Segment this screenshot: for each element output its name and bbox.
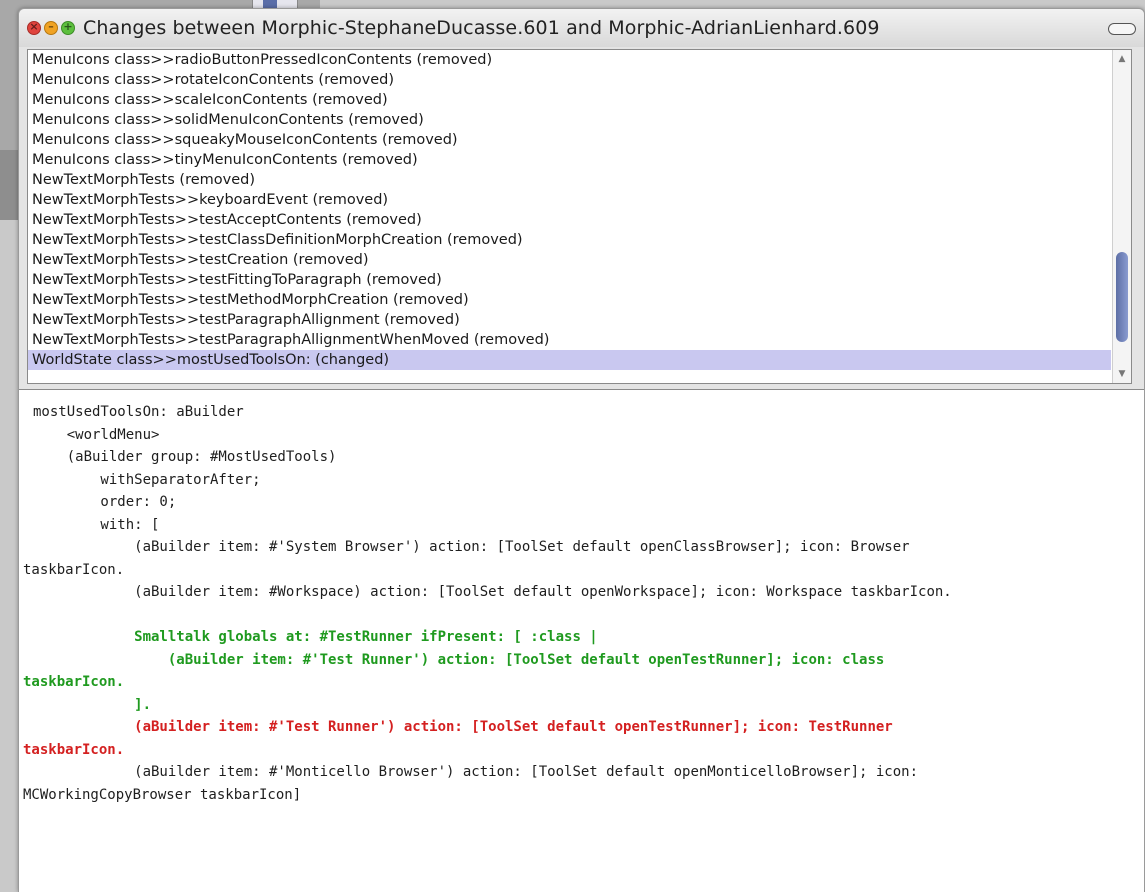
change-list-item[interactable]: MenuIcons class>>scaleIconContents (remo…: [28, 90, 1111, 110]
code-line: (aBuilder group: #MostUsedTools): [33, 449, 337, 465]
code-line: <worldMenu>: [33, 426, 160, 443]
change-list-item[interactable]: NewTextMorphTests>>keyboardEvent (remove…: [28, 190, 1111, 210]
close-window-button[interactable]: ×: [27, 20, 41, 35]
removed-code-line: (aBuilder item: #'Test Runner') action: …: [33, 719, 893, 735]
minimize-icon: –: [48, 20, 54, 33]
change-list-item[interactable]: NewTextMorphTests>>testClassDefinitionMo…: [28, 230, 1111, 250]
change-list-item[interactable]: NewTextMorphTests (removed): [28, 170, 1111, 190]
code-line: (aBuilder item: #Workspace) action: [Too…: [33, 584, 952, 600]
changes-window: × – + Changes between Morphic-StephaneDu…: [18, 8, 1145, 892]
code-line: MCWorkingCopyBrowser taskbarIcon]: [23, 786, 302, 803]
maximize-window-button[interactable]: +: [61, 20, 75, 35]
change-list-item[interactable]: NewTextMorphTests>>testParagraphAllignme…: [28, 310, 1111, 330]
change-list-item[interactable]: NewTextMorphTests>>testParagraphAllignme…: [28, 330, 1111, 350]
close-icon: ×: [29, 20, 39, 33]
changes-list-scrollbar[interactable]: ▲ ▼: [1112, 50, 1131, 383]
window-title: Changes between Morphic-StephaneDucasse.…: [83, 17, 880, 39]
added-code-line: ].: [33, 696, 152, 713]
added-code-line: Smalltalk globals at: #TestRunner ifPres…: [33, 629, 598, 645]
code-line: withSeparatorAfter;: [33, 471, 261, 488]
change-list-item[interactable]: NewTextMorphTests>>testCreation (removed…: [28, 250, 1111, 270]
code-line: (aBuilder item: #'System Browser') actio…: [33, 539, 910, 555]
code-line: taskbarIcon.: [23, 561, 125, 578]
change-list-item[interactable]: WorldState class>>mostUsedToolsOn: (chan…: [28, 350, 1111, 370]
scroll-up-arrow-icon[interactable]: ▲: [1117, 54, 1127, 64]
change-list-item[interactable]: NewTextMorphTests>>testFittingToParagrap…: [28, 270, 1111, 290]
change-list-item[interactable]: MenuIcons class>>rotateIconContents (rem…: [28, 70, 1111, 90]
maximize-icon: +: [63, 20, 73, 33]
added-code-line: taskbarIcon.: [23, 674, 125, 690]
scroll-down-arrow-icon[interactable]: ▼: [1117, 369, 1127, 379]
code-line: with: [: [33, 516, 160, 533]
collapse-window-button[interactable]: [1108, 23, 1136, 35]
code-line: order: 0;: [33, 494, 177, 510]
code-diff-pane[interactable]: mostUsedToolsOn: aBuilder <worldMenu> (a…: [19, 389, 1144, 892]
removed-code-line: taskbarIcon.: [23, 741, 125, 758]
title-bar[interactable]: × – + Changes between Morphic-StephaneDu…: [19, 9, 1144, 47]
changes-list[interactable]: MenuIcons class>>radioButtonPressedIconC…: [27, 49, 1132, 384]
scroll-thumb[interactable]: [1116, 251, 1128, 342]
minimize-window-button[interactable]: –: [44, 20, 58, 35]
code-line: mostUsedToolsOn: aBuilder: [33, 404, 244, 420]
change-list-item[interactable]: MenuIcons class>>radioButtonPressedIconC…: [28, 50, 1111, 70]
added-code-line: (aBuilder item: #'Test Runner') action: …: [33, 651, 885, 668]
changes-list-items: MenuIcons class>>radioButtonPressedIconC…: [28, 50, 1111, 370]
change-list-item[interactable]: MenuIcons class>>solidMenuIconContents (…: [28, 110, 1111, 130]
change-list-item[interactable]: NewTextMorphTests>>testMethodMorphCreati…: [28, 290, 1111, 310]
change-list-item[interactable]: MenuIcons class>>squeakyMouseIconContent…: [28, 130, 1111, 150]
code-line: (aBuilder item: #'Monticello Browser') a…: [33, 764, 919, 780]
change-list-item[interactable]: MenuIcons class>>tinyMenuIconContents (r…: [28, 150, 1111, 170]
change-list-item[interactable]: NewTextMorphTests>>testAcceptContents (r…: [28, 210, 1111, 230]
